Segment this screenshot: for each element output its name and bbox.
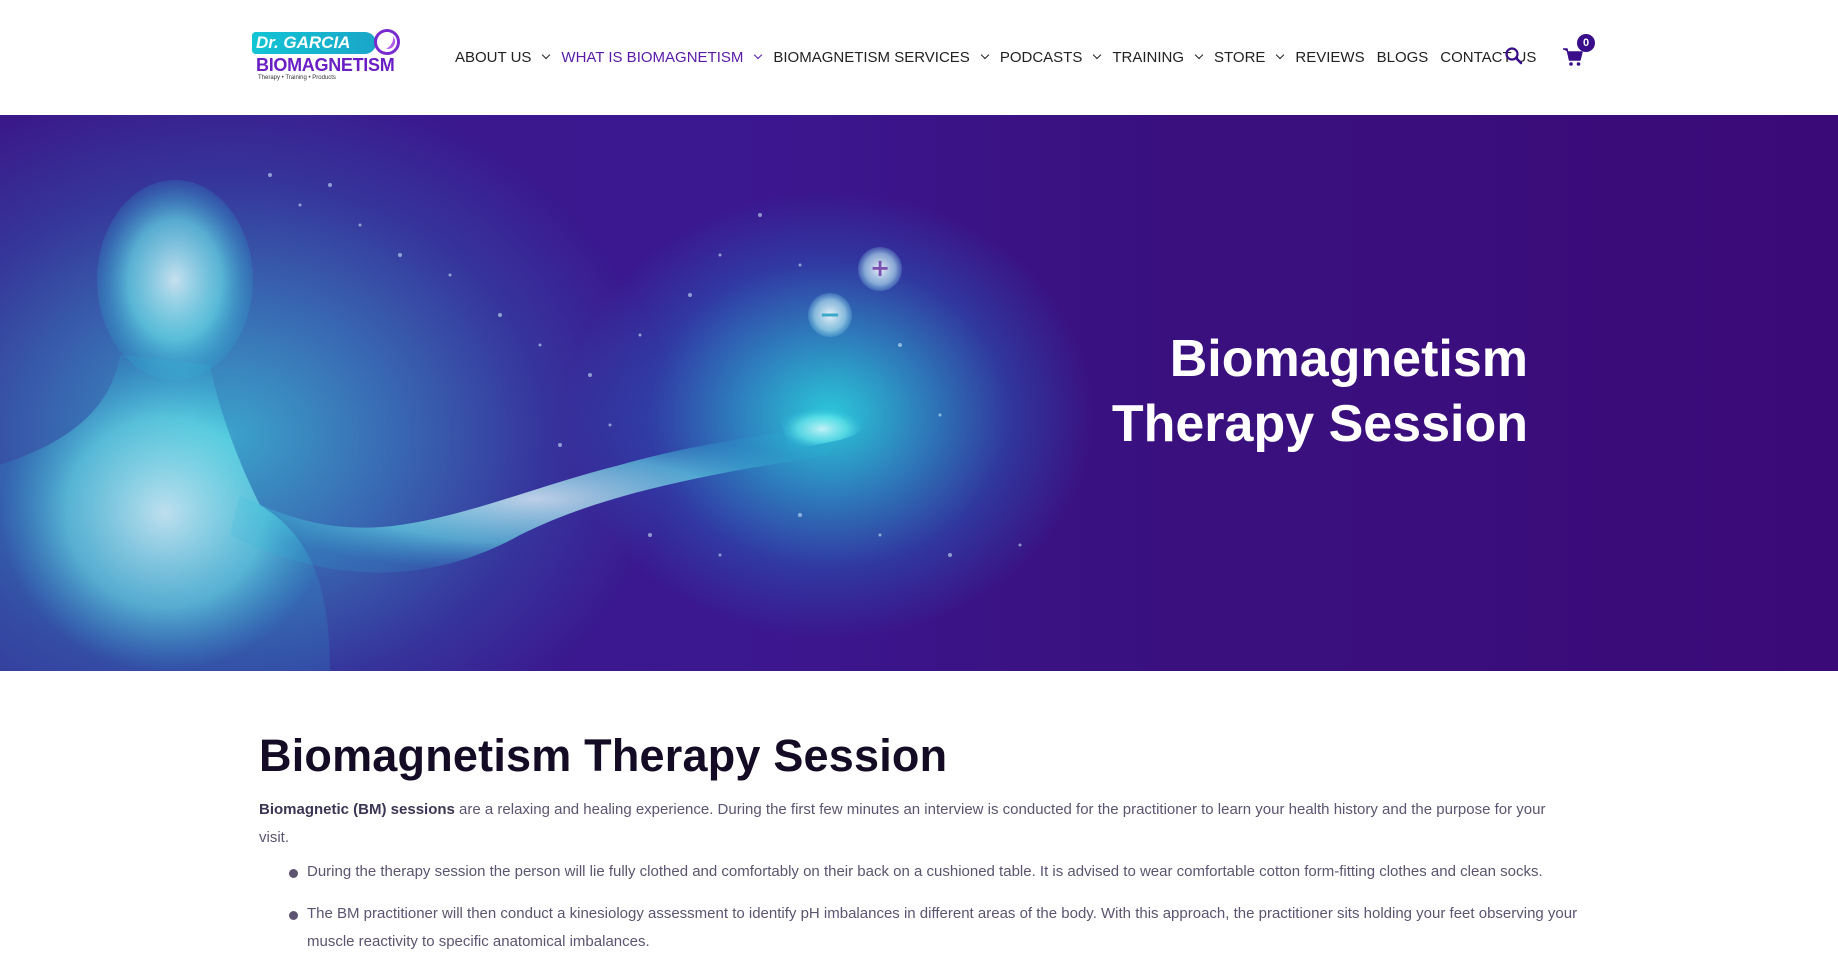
intro-bold: Biomagnetic (BM) sessions — [259, 801, 455, 818]
hero-banner: + − Biomagnetism Therapy Session — [0, 115, 1838, 671]
nav-label: REVIEWS — [1295, 48, 1365, 66]
chevron-down-icon — [754, 50, 763, 60]
hero-title: Biomagnetism Therapy Session — [1000, 327, 1528, 457]
logo-top-text: Dr. GARCIA — [252, 32, 377, 54]
nav-item-podcasts[interactable]: PODCASTS — [999, 48, 1102, 66]
logo-main-text: BIOMAGNETISM — [256, 55, 395, 75]
hero-illustration: + − — [0, 173, 1022, 671]
nav-item-what-is-biomagnetism[interactable]: WHAT IS BIOMAGNETISM — [561, 48, 763, 66]
minus-symbol: − — [819, 300, 841, 330]
site-logo[interactable]: Dr. GARCIA BIOMAGNETISM Therapy • Traini… — [252, 28, 400, 84]
nav-item-biomagnetism-services[interactable]: BIOMAGNETISM SERVICES — [773, 48, 990, 66]
nav-item-store[interactable]: STORE — [1214, 48, 1285, 66]
nav-label: PODCASTS — [999, 48, 1083, 66]
list-item: The BM practitioner will then conduct a … — [289, 900, 1579, 956]
main-content: Biomagnetism Therapy Session Biomagnetic… — [259, 728, 1579, 970]
chevron-down-icon — [1194, 50, 1204, 60]
nav-item-blogs[interactable]: BLOGS — [1377, 49, 1429, 66]
page-title: Biomagnetism Therapy Session — [259, 730, 948, 781]
nav-label: BLOGS — [1376, 48, 1429, 66]
main-navigation: ABOUT US WHAT IS BIOMAGNETISM BIOMAGNETI… — [455, 46, 1548, 68]
nav-item-about-us[interactable]: ABOUT US — [455, 48, 551, 66]
logo-swirl-icon — [374, 29, 400, 55]
session-details-list: During the therapy session the person wi… — [259, 858, 1579, 956]
nav-label: BIOMAGNETISM SERVICES — [773, 48, 970, 66]
intro-paragraph: Biomagnetic (BM) sessions are a relaxing… — [259, 796, 1579, 852]
plus-orb: + — [858, 247, 902, 291]
hero-title-line-2: Therapy Session — [1111, 395, 1528, 453]
minus-orb: − — [808, 293, 852, 337]
cart-count-badge: 0 — [1577, 34, 1595, 52]
nav-item-training[interactable]: TRAINING — [1112, 48, 1204, 66]
search-icon — [1505, 47, 1523, 65]
site-header: Dr. GARCIA BIOMAGNETISM Therapy • Traini… — [0, 0, 1838, 115]
nav-label: TRAINING — [1112, 48, 1184, 66]
hero-title-line-1: Biomagnetism — [1169, 330, 1528, 388]
chevron-down-icon — [542, 50, 551, 60]
search-button[interactable] — [1504, 46, 1524, 66]
chevron-down-icon — [1276, 50, 1285, 60]
chevron-down-icon — [980, 50, 990, 60]
chevron-down-icon — [1093, 50, 1102, 60]
nav-item-reviews[interactable]: REVIEWS — [1295, 49, 1364, 66]
nav-label: WHAT IS BIOMAGNETISM — [561, 48, 744, 66]
nav-label: ABOUT US — [455, 48, 532, 66]
logo-tagline: Therapy • Training • Products — [258, 75, 336, 81]
list-item: During the therapy session the person wi… — [289, 858, 1579, 886]
plus-symbol: + — [870, 254, 890, 282]
nav-label: STORE — [1214, 48, 1266, 66]
